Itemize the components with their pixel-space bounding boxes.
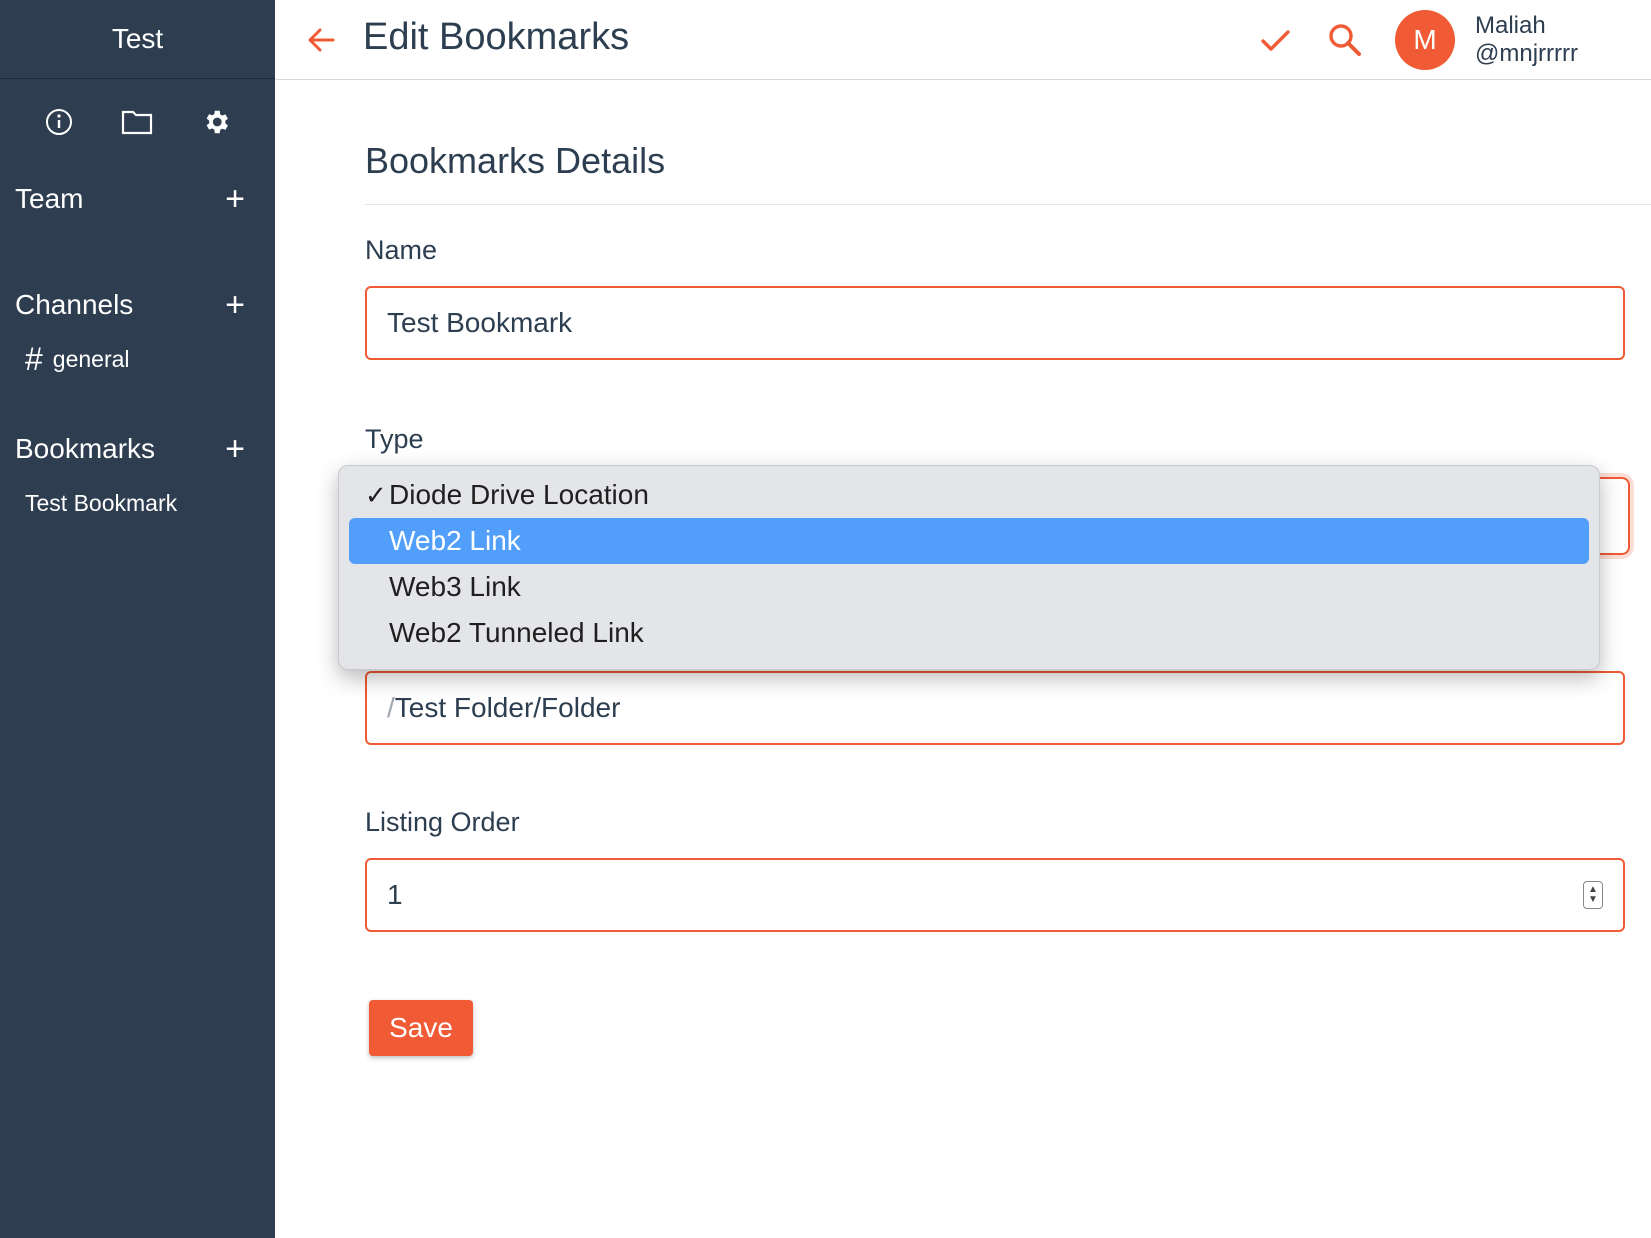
sidebar: Test Team + Channels + # general Bookmar… [0, 0, 275, 1238]
add-team-member-button[interactable]: + [225, 182, 245, 216]
sidebar-item-bookmark[interactable]: Test Bookmark [0, 479, 275, 527]
path-field[interactable]: / Test Folder/Folder [365, 671, 1625, 745]
user-display-name: Maliah [1475, 12, 1546, 39]
sidebar-item-channel-general[interactable]: # general [0, 335, 275, 383]
save-button[interactable]: Save [369, 1000, 473, 1056]
confirm-check-icon[interactable] [1255, 20, 1295, 60]
user-handle: @mnjrrrrr [1475, 40, 1578, 67]
dropdown-option[interactable]: ✓ Diode Drive Location [349, 472, 1589, 518]
bookmarks-section-header: Bookmarks + [0, 419, 275, 479]
type-dropdown-menu: ✓ Diode Drive Location Web2 Link Web3 Li… [338, 465, 1600, 670]
path-value: Test Folder/Folder [394, 692, 621, 723]
gear-icon[interactable] [199, 105, 233, 139]
number-stepper-icon[interactable]: ▲ ▼ [1583, 881, 1603, 909]
sidebar-toolbar [0, 79, 275, 165]
option-label: Web2 Link [389, 525, 521, 556]
channels-section-header: Channels + [0, 275, 275, 335]
dropdown-option[interactable]: Web3 Link [349, 564, 1589, 610]
dropdown-option-highlighted[interactable]: Web2 Link [349, 518, 1589, 564]
add-channel-button[interactable]: + [225, 288, 245, 322]
name-label: Name [365, 235, 438, 265]
team-label: Team [15, 183, 84, 214]
name-field[interactable] [365, 286, 1625, 360]
option-label: Web3 Link [389, 571, 521, 602]
section-title: Bookmarks Details [365, 140, 1651, 205]
dropdown-option[interactable]: Web2 Tunneled Link [349, 610, 1589, 656]
search-icon[interactable] [1325, 20, 1365, 60]
avatar[interactable]: M [1395, 10, 1455, 70]
listing-order-field[interactable]: 1 ▲ ▼ [365, 858, 1625, 932]
option-label: Diode Drive Location [389, 479, 649, 510]
check-icon: ✓ [365, 479, 387, 510]
name-input[interactable] [387, 307, 1603, 339]
listing-order-value: 1 [387, 879, 403, 910]
channels-label: Channels [15, 289, 134, 320]
app: Test Team + Channels + # general Bookmar… [0, 0, 1651, 1238]
bookmarks-label: Bookmarks [15, 433, 156, 464]
listing-order-label: Listing Order [365, 807, 520, 837]
top-header: Edit Bookmarks M Maliah @mnjrrrrr [275, 0, 1651, 80]
path-prefix: / [387, 692, 395, 723]
back-arrow-icon[interactable] [303, 22, 339, 58]
folder-icon[interactable] [120, 105, 154, 139]
channel-name: general [52, 345, 130, 372]
add-bookmark-button[interactable]: + [225, 432, 245, 466]
hash-icon: # [25, 340, 43, 377]
type-label: Type [365, 424, 424, 454]
team-name-title: Test [0, 0, 275, 79]
info-icon[interactable] [42, 105, 76, 139]
option-label: Web2 Tunneled Link [389, 617, 644, 648]
page-title: Edit Bookmarks [363, 16, 630, 58]
team-section-header: Team + [0, 169, 275, 229]
bookmark-name: Test Bookmark [25, 489, 178, 516]
